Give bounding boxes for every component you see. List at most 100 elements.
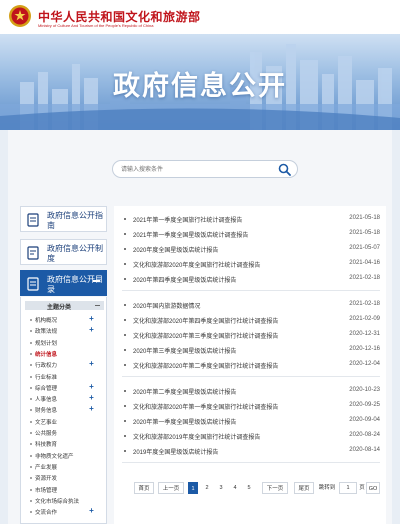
expand-icon[interactable]: +: [88, 405, 95, 413]
list-item[interactable]: 文化和旅游部2020年第四季度全国旅行社统计调查报告 2021-02-09: [122, 313, 380, 328]
tab-guide-label: 政府信息公开指南: [47, 211, 103, 230]
list-group: 2021年第一季度全国旅行社统计调查报告 2021-05-18 2021年第一季度全…: [122, 212, 380, 291]
bullet-icon: [124, 218, 126, 220]
list-item-title[interactable]: 2020年第三季度全国星级饭店统计报告: [133, 346, 333, 355]
bullet-icon: [124, 364, 126, 366]
topic-item[interactable]: 交流合作 +: [30, 507, 105, 516]
list-item[interactable]: 2020年度全国星级饭店统计报告 2021-05-07: [122, 242, 380, 257]
topic-item[interactable]: 行业标准: [30, 373, 105, 381]
list-item-title[interactable]: 2020年度全国星级饭店统计报告: [133, 245, 333, 254]
list-item[interactable]: 2020年第一季度全国星级饭店统计报告 2020-09-04: [122, 414, 380, 429]
page-number-button[interactable]: 5: [244, 482, 254, 494]
list-item-title[interactable]: 文化和旅游部2019年度全国旅行社统计调查报告: [133, 432, 333, 441]
list-item-date: 2020-10-23: [349, 387, 380, 393]
topic-item[interactable]: 科技教育: [30, 440, 105, 448]
list-item-title[interactable]: 文化和旅游部2020年第三季度全国旅行社统计调查报告: [133, 331, 333, 340]
expand-icon[interactable]: +: [88, 507, 95, 515]
list-item-title[interactable]: 文化和旅游部2020年第二季度全国旅行社统计调查报告: [133, 361, 333, 370]
list-item-title[interactable]: 2021年第一季度全国旅行社统计调查报告: [133, 215, 333, 224]
expand-icon[interactable]: +: [88, 394, 95, 402]
list-item-title[interactable]: 文化和旅游部2020年第四季度全国旅行社统计调查报告: [133, 316, 333, 325]
next-page-button[interactable]: 下一页: [262, 482, 288, 494]
search-icon[interactable]: [278, 163, 291, 176]
list-item-date: 2020-09-04: [349, 417, 380, 423]
topic-item[interactable]: 产业发展: [30, 463, 105, 471]
list-item[interactable]: 2021年第一季度全国旅行社统计调查报告 2021-05-18: [122, 212, 380, 227]
list-item[interactable]: 文化和旅游部2020年第二季度全国旅行社统计调查报告 2020-12-04: [122, 358, 380, 373]
topic-header[interactable]: 主题分类: [25, 301, 104, 311]
bullet-icon: [124, 420, 126, 422]
go-button[interactable]: GO: [366, 482, 380, 494]
page-number-input[interactable]: 1: [339, 482, 357, 494]
topic-item[interactable]: 统计信息: [30, 350, 105, 358]
bullet-icon: [124, 349, 126, 351]
list-item-title[interactable]: 2019年度全国星级饭店统计报告: [133, 447, 333, 456]
topic-item[interactable]: 市场管理: [30, 486, 105, 494]
list-item-date: 2020-12-16: [349, 346, 380, 352]
document-guide-icon: [27, 213, 39, 227]
topic-item[interactable]: 文化市场综合执法: [30, 497, 105, 505]
topic-item[interactable]: 行政权力 +: [30, 360, 105, 369]
topic-item[interactable]: 综合管理 +: [30, 382, 105, 392]
list-item[interactable]: 文化和旅游部2020年第一季度全国旅行社统计调查报告 2020-09-25: [122, 399, 380, 414]
topic-item[interactable]: 资源开发: [30, 474, 105, 482]
list-item[interactable]: 文化和旅游部2020年第三季度全国旅行社统计调查报告 2020-12-31: [122, 328, 380, 343]
prev-page-button[interactable]: 上一页: [158, 482, 184, 494]
topic-item[interactable]: 财务信息 +: [30, 405, 105, 414]
bullet-icon: [124, 263, 126, 265]
page-number-button[interactable]: 1: [188, 482, 198, 494]
topic-item[interactable]: 公共服务: [30, 429, 105, 437]
list-item-title[interactable]: 2021年第一季度全国星级饭店统计调查报告: [133, 230, 333, 239]
list-item[interactable]: 文化和旅游部2019年度全国旅行社统计调查报告 2020-08-24: [122, 429, 380, 444]
page-title: 政府信息公开: [113, 71, 287, 101]
search-input[interactable]: [121, 165, 271, 175]
tab-guide[interactable]: 政府信息公开指南: [20, 206, 107, 232]
site-header: 中华人民共和国文化和旅游部 Ministry of Culture And To…: [0, 0, 400, 34]
list-item-title[interactable]: 文化和旅游部2020年度全国旅行社统计调查报告: [133, 260, 333, 269]
expand-icon[interactable]: +: [88, 382, 95, 391]
list-item-date: 2020-12-31: [349, 331, 380, 337]
national-emblem-icon: [9, 5, 31, 27]
page-number-button[interactable]: 4: [230, 482, 240, 494]
minus-icon[interactable]: [95, 305, 100, 306]
list-item-title[interactable]: 2020年国内旅游数据情况: [133, 301, 333, 310]
list-item[interactable]: 2020年第三季度全国星级饭店统计报告 2020-12-16: [122, 343, 380, 358]
topic-item[interactable]: 文艺事业: [30, 418, 105, 426]
tab-system[interactable]: 政府信息公开制度: [20, 239, 107, 265]
bullet-icon: [124, 390, 126, 392]
first-page-button[interactable]: 首页: [134, 482, 154, 494]
list-item[interactable]: 2020年第四季度全国星级饭店统计报告 2021-02-18: [122, 272, 380, 287]
tab-system-label: 政府信息公开制度: [47, 244, 103, 263]
bullet-icon: [124, 278, 126, 280]
page-unit-label: 页: [359, 485, 365, 491]
expand-icon[interactable]: +: [88, 360, 95, 368]
list-item[interactable]: 2020年第二季度全国星级饭店统计报告 2020-10-23: [122, 384, 380, 399]
last-page-button[interactable]: 尾页: [294, 482, 314, 494]
list-item-date: 2020-12-04: [349, 361, 380, 367]
list-item[interactable]: 文化和旅游部2020年度全国旅行社统计调查报告 2021-04-16: [122, 257, 380, 272]
list-group: 2020年国内旅游数据情况 2021-02-18 文化和旅游部2020年第四季度全国…: [122, 298, 380, 377]
bullet-icon: [124, 405, 126, 407]
list-item[interactable]: 2019年度全国星级饭店统计报告 2020-08-14: [122, 444, 380, 459]
topic-item[interactable]: 规划计划: [30, 339, 105, 347]
topic-item[interactable]: 人事信息 +: [30, 394, 105, 403]
tab-catalog[interactable]: 政府信息公开目录: [20, 270, 107, 296]
topic-list: 主题分类 机构概况 + 政策法规 + 规划计划统计信息行政权力 + 行业标准 综合管理 + 人事信…: [20, 297, 107, 524]
page-number-button[interactable]: 3: [216, 482, 226, 494]
topic-item[interactable]: 政策法规 +: [30, 326, 105, 335]
topic-item[interactable]: 机构概况 +: [30, 315, 105, 324]
list-item[interactable]: 2020年国内旅游数据情况 2021-02-18: [122, 298, 380, 313]
list-item-title[interactable]: 2020年第二季度全国星级饭店统计报告: [133, 387, 333, 396]
ministry-name-en: Ministry of Culture And Tourism of the P…: [38, 23, 154, 28]
list-item-title[interactable]: 2020年第一季度全国星级饭店统计报告: [133, 417, 333, 426]
list-item[interactable]: 2021年第一季度全国星级饭店统计调查报告 2021-05-18: [122, 227, 380, 242]
bullet-icon: [124, 435, 126, 437]
topic-item[interactable]: 非物质文化遗产: [30, 452, 105, 460]
expand-icon[interactable]: +: [88, 315, 95, 323]
collapse-icon[interactable]: [93, 280, 100, 282]
sidebar: 政府信息公开指南 政府信息公开制度 政府信息公开目录 主题分类 机构概况 + 政策法…: [20, 206, 107, 524]
page-number-button[interactable]: 2: [202, 482, 212, 494]
list-item-title[interactable]: 文化和旅游部2020年第一季度全国旅行社统计调查报告: [133, 402, 333, 411]
expand-icon[interactable]: +: [88, 326, 95, 334]
list-item-title[interactable]: 2020年第四季度全国星级饭店统计报告: [133, 275, 333, 284]
